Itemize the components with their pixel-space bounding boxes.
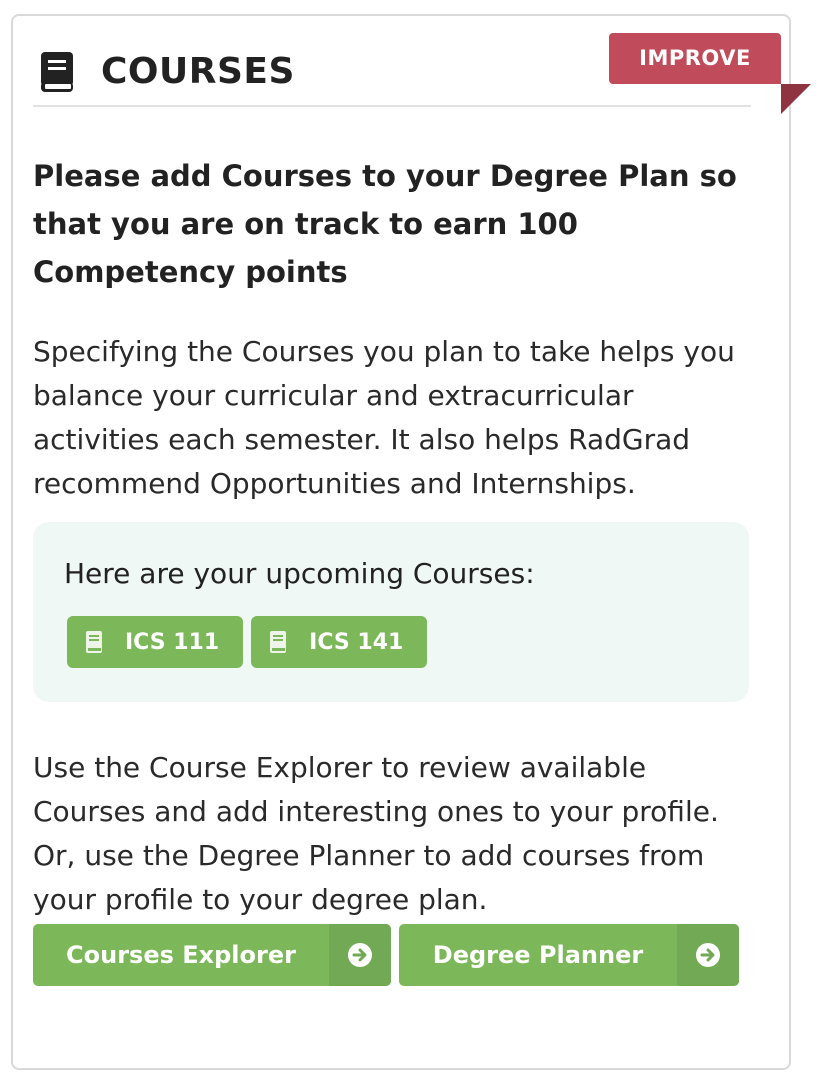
action-buttons: Courses Explorer Degree Planner: [33, 924, 739, 986]
button-label: Degree Planner: [432, 941, 644, 969]
upcoming-courses-label: Here are your upcoming Courses:: [64, 557, 535, 590]
course-chip-ics-111[interactable]: ICS 111: [67, 616, 244, 668]
improve-ribbon: IMPROVE: [609, 33, 781, 84]
courses-explorer-button[interactable]: Courses Explorer: [33, 924, 391, 986]
button-label: Courses Explorer: [66, 941, 296, 969]
course-chip-ics-141[interactable]: ICS 141: [251, 616, 428, 668]
book-icon: [86, 631, 102, 653]
book-icon: [270, 631, 287, 653]
card-headline: Please add Courses to your Degree Plan s…: [33, 159, 737, 289]
course-chip-list: ICS 111 ICS 141: [67, 616, 428, 668]
arrow-circle-right-icon: [329, 924, 391, 986]
card-instructions: Use the Course Explorer to review availa…: [33, 751, 719, 916]
course-chip-label: ICS 111: [125, 629, 220, 655]
upcoming-courses-panel: Here are your upcoming Courses: ICS 111 …: [33, 522, 749, 702]
course-chip-label: ICS 141: [309, 629, 404, 655]
card-description: Specifying the Courses you plan to take …: [33, 335, 735, 500]
arrow-circle-right-icon: [677, 924, 739, 986]
card-title: COURSES: [101, 51, 295, 92]
book-icon: [41, 52, 73, 92]
degree-planner-button[interactable]: Degree Planner: [399, 924, 739, 986]
ribbon-fold: [781, 84, 811, 114]
